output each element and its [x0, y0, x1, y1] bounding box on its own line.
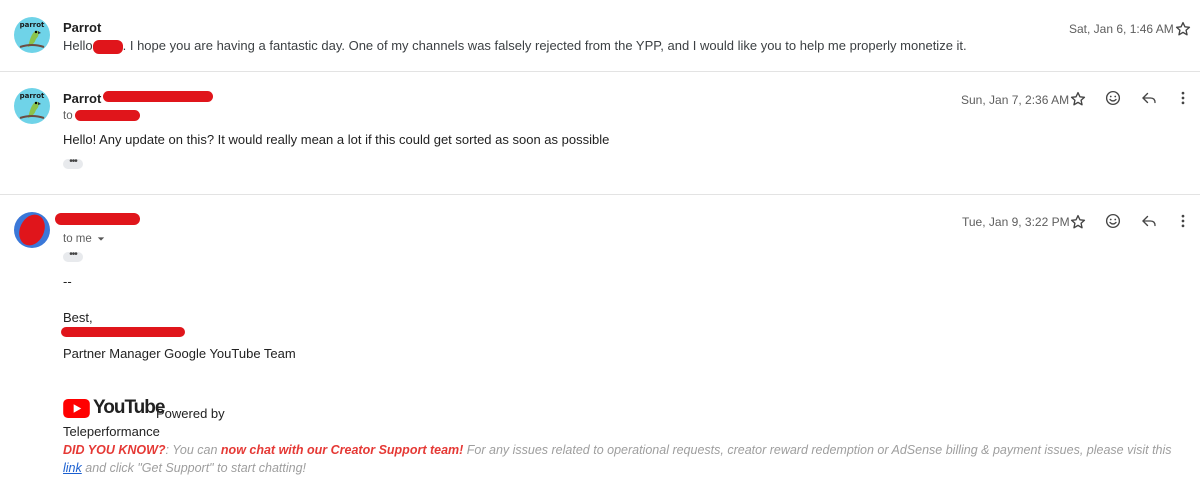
- emoji-icon[interactable]: [1103, 211, 1123, 231]
- message-divider: [0, 71, 1200, 72]
- sender-name: Parrot: [63, 20, 102, 35]
- sender-avatar: parrot: [14, 88, 50, 124]
- chevron-down-icon[interactable]: [97, 235, 105, 243]
- chat-highlight: now chat with our Creator Support team!: [220, 443, 464, 457]
- star-icon[interactable]: [1068, 212, 1088, 232]
- redacted-sender-name: [55, 213, 140, 225]
- sender-name: Parrot: [63, 91, 102, 106]
- redacted-name: [92, 39, 123, 54]
- did-you-know-label: DID YOU KNOW?: [63, 443, 166, 457]
- recipient-text: to me: [63, 233, 92, 245]
- powered-by-text: Powered by: [156, 406, 225, 421]
- dyk-intro: : You can: [165, 443, 221, 457]
- sender-avatar: [14, 212, 50, 248]
- snippet-greeting: Hello: [63, 38, 93, 53]
- dyk-end: and click "Get Support" to start chattin…: [81, 461, 307, 475]
- parrot-avatar-icon: parrot: [20, 21, 45, 48]
- star-icon[interactable]: [1068, 89, 1088, 109]
- star-icon[interactable]: [1173, 19, 1193, 39]
- show-trimmed-content-button[interactable]: •••: [63, 250, 83, 262]
- redacted-avatar: [14, 212, 50, 248]
- sender-avatar: parrot: [14, 17, 50, 53]
- signoff: Best,: [63, 310, 93, 325]
- message-date: Sat, Jan 6, 1:46 AM: [1069, 22, 1174, 36]
- message-body: Hello! Any update on this? It would real…: [63, 132, 610, 147]
- message-date: Sun, Jan 7, 2:36 AM: [961, 93, 1070, 107]
- youtube-play-icon: [63, 398, 90, 418]
- signature-title: Partner Manager Google YouTube Team: [63, 346, 296, 361]
- recipient-prefix: to: [63, 110, 73, 122]
- signature-dash: --: [63, 274, 72, 289]
- emoji-icon[interactable]: [1103, 88, 1123, 108]
- parrot-avatar-icon: parrot: [20, 92, 45, 119]
- message-date: Tue, Jan 9, 3:22 PM: [962, 215, 1070, 229]
- more-vert-icon[interactable]: [1173, 211, 1193, 231]
- message-divider: [0, 194, 1200, 195]
- redacted-signature-name: [61, 327, 185, 337]
- reply-icon[interactable]: [1139, 211, 1159, 231]
- svg-text:parrot: parrot: [20, 92, 45, 100]
- show-trimmed-content-button[interactable]: •••: [63, 157, 83, 169]
- teleperformance-text: Teleperformance: [63, 424, 160, 439]
- did-you-know-notice: DID YOU KNOW?: You can now chat with our…: [63, 441, 1188, 477]
- dyk-middle: For any issues related to operational re…: [463, 443, 1172, 457]
- recipient-label[interactable]: to me: [63, 233, 105, 245]
- youtube-wordmark: YouTube: [93, 397, 165, 418]
- redacted-sender-email: [103, 91, 213, 102]
- redacted-recipient: [75, 110, 140, 121]
- more-vert-icon[interactable]: [1173, 88, 1193, 108]
- reply-icon[interactable]: [1139, 88, 1159, 108]
- svg-text:parrot: parrot: [20, 21, 45, 29]
- message-snippet: Hello . I hope you are having a fantastic…: [63, 38, 967, 54]
- snippet-text: . I hope you are having a fantastic day.…: [122, 38, 967, 53]
- support-link[interactable]: link: [63, 461, 82, 475]
- youtube-logo: YouTube: [63, 397, 165, 419]
